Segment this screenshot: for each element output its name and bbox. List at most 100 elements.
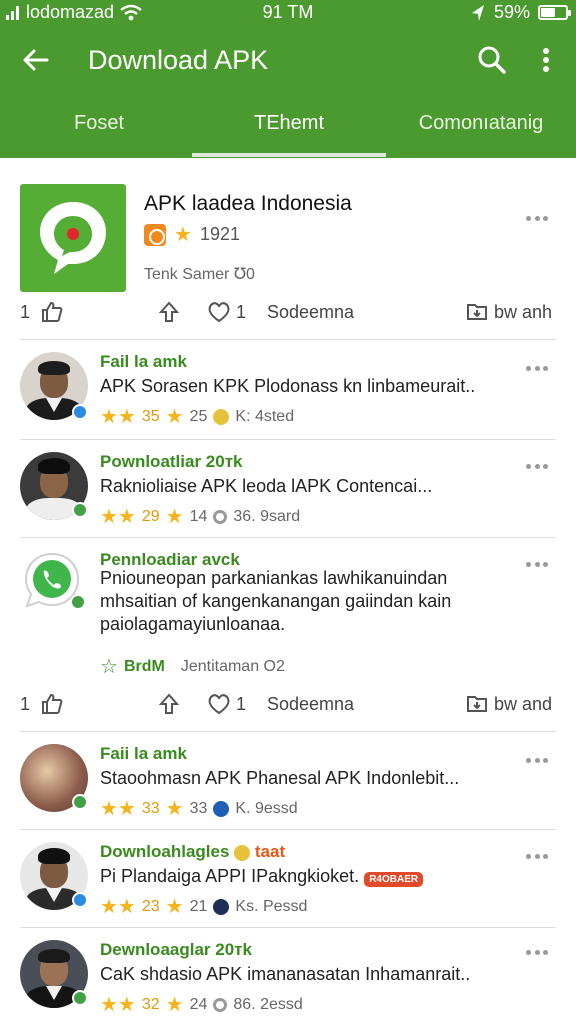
comment-count: 1 [236,694,247,714]
download-label[interactable]: bw and [494,694,552,715]
download-label[interactable]: bw anh [494,302,552,323]
status-bar: lodomazad 91 TM 59% [0,0,576,26]
star-icon: ★ [165,506,184,528]
divider [20,537,556,538]
stars-value: 35 [141,407,160,425]
tab-foset[interactable]: Foset [0,112,198,135]
post-stats: ★★ 32 ★ 24 86. 2essd [100,992,303,1017]
heart-icon[interactable] [207,301,231,323]
star-icon: ★ [165,798,184,820]
footer-label[interactable]: BrdM [124,658,165,676]
post-author[interactable]: Pennloadiar avck [100,550,240,570]
app-subtitle: Tenk Samer ℧0 [144,266,255,283]
more-options-icon[interactable] [526,758,548,764]
app-rating-row: ★ 1921 [144,222,240,247]
verified-badge-icon [72,404,88,420]
app-logo-icon [20,184,126,292]
post-text-body: Pi Plandaiga APPI IPakngkioket. [100,866,360,886]
score-value: 21 [189,897,208,915]
post-author-extra: taat [254,842,286,861]
emoji-icon [234,844,251,861]
profile-icon [213,898,230,915]
more-options-icon[interactable] [526,464,548,470]
list-item[interactable]: Dewnloaaglar 20тk CaK shdasio APK imanan… [0,930,576,1024]
battery-icon [538,5,571,20]
stars-value: 33 [141,799,160,817]
heart-icon[interactable] [207,693,231,715]
score-value: 33 [189,799,208,817]
divider [20,829,556,830]
post-stats: ★★ 33 ★ 33 K. 9essd [100,796,298,821]
post-text-line: mhsaitian of kangenkanangan gaiindan kai… [100,591,452,611]
post-author[interactable]: Dewnloaaglar 20тk [100,940,252,960]
star-icon: ★ [165,994,184,1016]
verified-badge-icon [72,502,88,518]
post-meta: K: 4sted [235,407,295,425]
battery-percent: 59% [493,2,530,22]
download-folder-icon[interactable] [466,301,488,321]
action-label[interactable]: Sodeemna [267,302,354,323]
more-options-icon[interactable] [526,216,548,222]
post-author-name: Downloahlagles [100,842,230,861]
refresh-icon [213,997,228,1012]
search-icon[interactable] [476,44,508,76]
post-text: CaK shdasio APK imananasatan Inhamanrait… [100,964,471,984]
top-bar: lodomazad 91 TM 59% Download APK Foset T… [0,0,576,158]
list-item[interactable]: Pownloatliar 20тk Raknioliaise APK leoda… [0,442,576,538]
verified-badge-icon [72,892,88,908]
post-footer: ☆ BrdM Jentitaman O2 [100,654,285,679]
back-arrow-icon[interactable] [20,44,52,76]
tab-tehemt[interactable]: TEhemt [192,112,386,135]
share-icon[interactable] [158,300,180,324]
post-tag[interactable]: R4OBAER [364,872,424,887]
more-options-icon[interactable] [526,366,548,372]
divider [20,731,556,732]
post-meta: 36. 9sard [233,507,301,525]
more-options-icon[interactable] [526,950,548,956]
list-item[interactable]: Fail la amk APK Sorasen KPK Plodonass kn… [0,342,576,438]
download-folder-icon[interactable] [466,693,488,713]
comment-count: 1 [236,302,247,322]
globe-icon [213,800,230,817]
action-label[interactable]: Sodeemna [267,694,354,715]
verified-badge-icon [70,594,86,610]
app-card[interactable]: APK laadea Indonesia ★ 1921 Tenk Samer ℧… [0,170,576,340]
more-vert-icon[interactable] [532,44,560,76]
tab-comoniatanig[interactable]: Comonıatanig [386,112,576,135]
tab-indicator [192,153,386,157]
post-text-line: paiolagamayiunloanaa. [100,614,286,634]
post-text: Pi Plandaiga APPI IPakngkioket. R4OBAER [100,866,424,887]
star-icon: ★★ [100,994,136,1016]
post-author[interactable]: Faii la amk [100,744,187,764]
divider [20,927,556,928]
post-author[interactable]: Fail la amk [100,352,187,372]
star-icon: ★★ [100,506,136,528]
post-meta: K. 9essd [235,799,298,817]
star-icon: ★ [165,406,184,428]
more-options-icon[interactable] [526,854,548,860]
refresh-icon [213,509,228,524]
thumbs-up-icon[interactable] [40,692,64,716]
share-icon[interactable] [158,692,180,716]
post-text: Staoohmasn APK Phanesal APK Indonlebit..… [100,768,460,788]
list-item[interactable]: Faii la amk Staoohmasn APK Phanesal APK … [0,734,576,830]
verified-badge-icon [72,794,88,810]
emoji-icon [213,408,230,425]
location-arrow-icon [471,4,484,21]
post-text: APK Sorasen KPK Plodonass kn linbameurai… [100,376,476,396]
star-icon: ★ [165,896,184,918]
star-icon: ★★ [100,798,136,820]
star-icon: ★★ [100,406,136,428]
more-options-icon[interactable] [526,562,548,568]
page-title: Download APK [88,45,269,75]
list-item[interactable]: Downloahlagles taat Pi Plandaiga APPI IP… [0,832,576,928]
star-icon: ★ [174,224,192,246]
post-author[interactable]: Downloahlagles taat [100,842,285,862]
app-bar: Download APK [0,26,576,96]
like-count: 1 [20,302,31,322]
footer-meta: Jentitaman O2 [180,657,285,675]
list-item[interactable]: Pennloadiar avck Pniouneopan parkanianka… [0,540,576,730]
post-text-line: Pniouneopan parkaniankas lawhikanuindan [100,568,448,588]
post-author[interactable]: Pownloatliar 20тk [100,452,242,472]
thumbs-up-icon[interactable] [40,300,64,324]
